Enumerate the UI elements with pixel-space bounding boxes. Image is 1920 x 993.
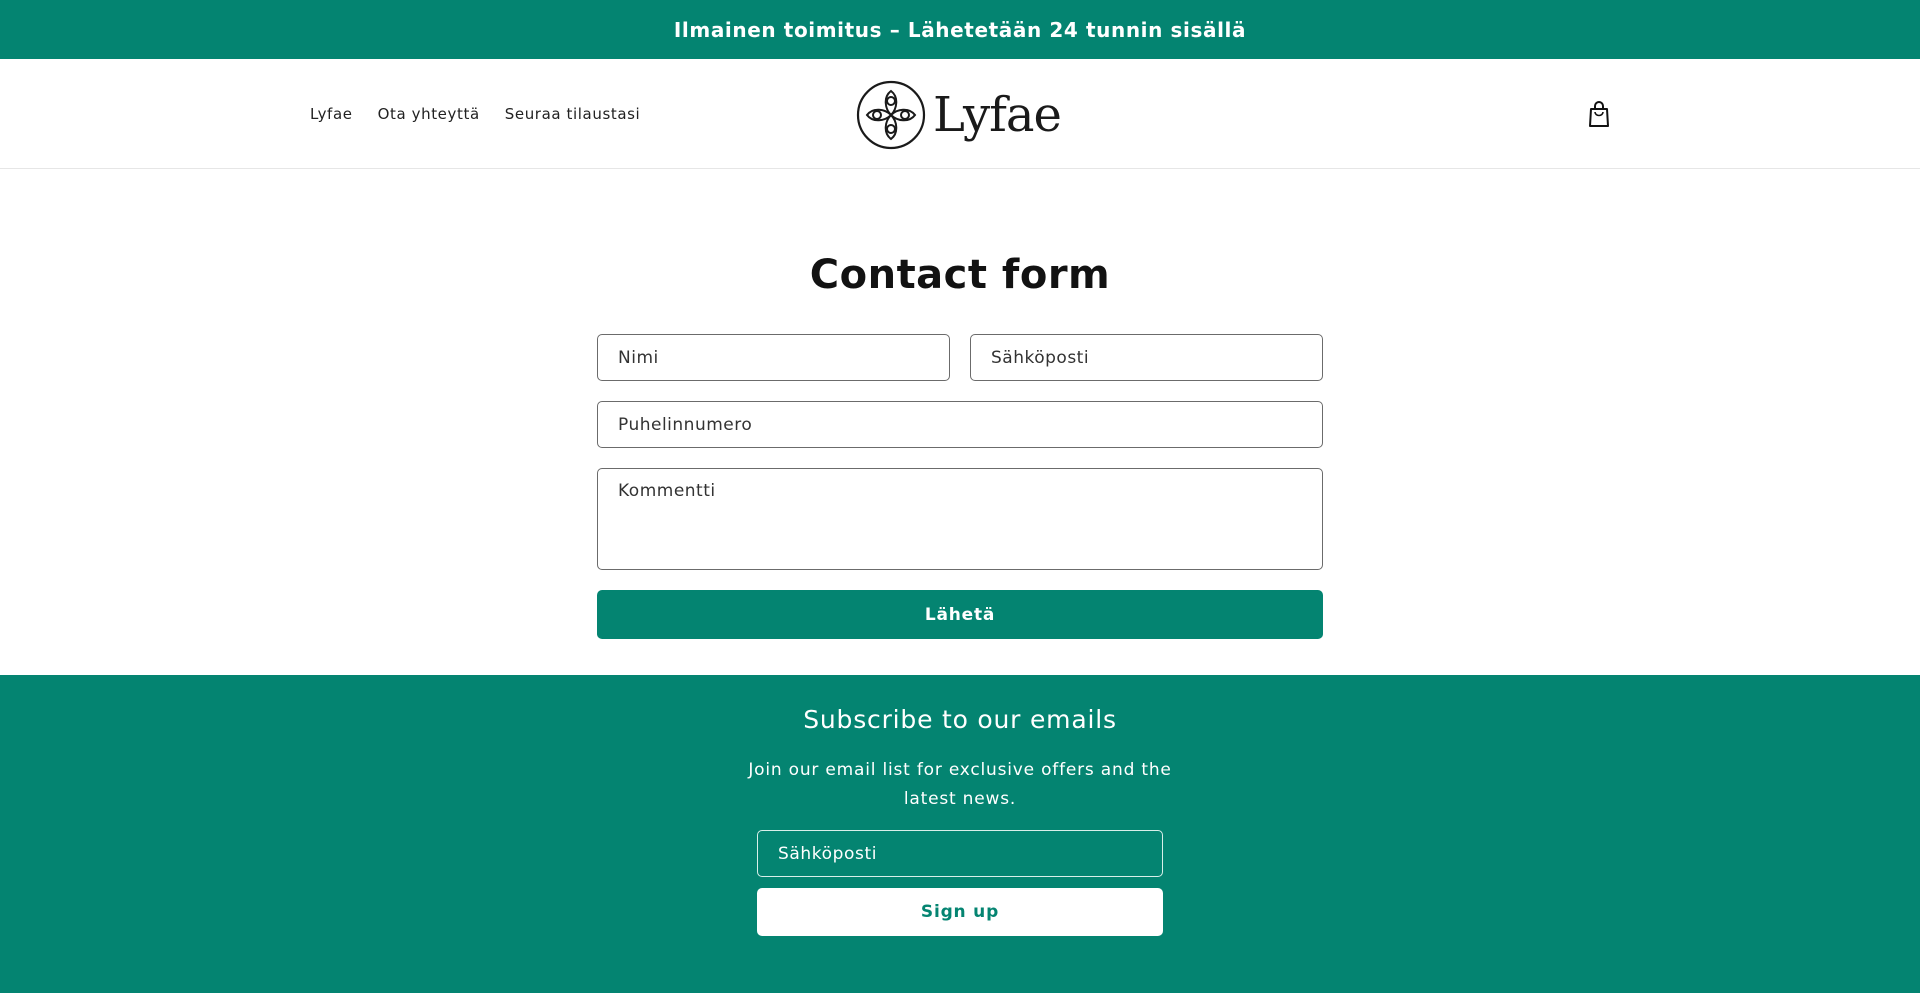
contact-form-title: Contact form (809, 252, 1111, 298)
announcement-bar: Ilmainen toimitus – Lähetetään 24 tunnin… (0, 0, 1920, 59)
nav-link-contact[interactable]: Ota yhteyttä (378, 105, 480, 123)
signup-button[interactable]: Sign up (757, 888, 1163, 936)
announcement-text: Ilmainen toimitus – Lähetetään 24 tunnin… (673, 17, 1247, 42)
newsletter-title: Subscribe to our emails (803, 705, 1117, 734)
shopping-bag-icon (1589, 101, 1609, 127)
cart-button[interactable] (1586, 99, 1612, 129)
main-nav: Lyfae Ota yhteyttä Seuraa tilaustasi (310, 59, 665, 169)
logo-emblem-icon (856, 80, 926, 150)
phone-input[interactable] (597, 401, 1323, 448)
email-input[interactable] (970, 334, 1323, 381)
newsletter-description: Join our email list for exclusive offers… (748, 760, 1172, 809)
site-logo[interactable]: Lyfae (855, 79, 1062, 151)
newsletter-email-input[interactable] (757, 830, 1163, 877)
name-input[interactable] (597, 334, 950, 381)
comment-textarea[interactable] (597, 468, 1323, 570)
logo-wordmark: Lyfae (933, 87, 1062, 143)
newsletter-section: Subscribe to our emails Join our email l… (0, 675, 1920, 993)
site-header: Lyfae Ota yhteyttä Seuraa tilaustasi Lyf… (0, 59, 1920, 169)
submit-button[interactable]: Lähetä (597, 590, 1323, 639)
nav-link-track-order[interactable]: Seuraa tilaustasi (505, 105, 641, 123)
nav-link-home[interactable]: Lyfae (310, 105, 353, 123)
